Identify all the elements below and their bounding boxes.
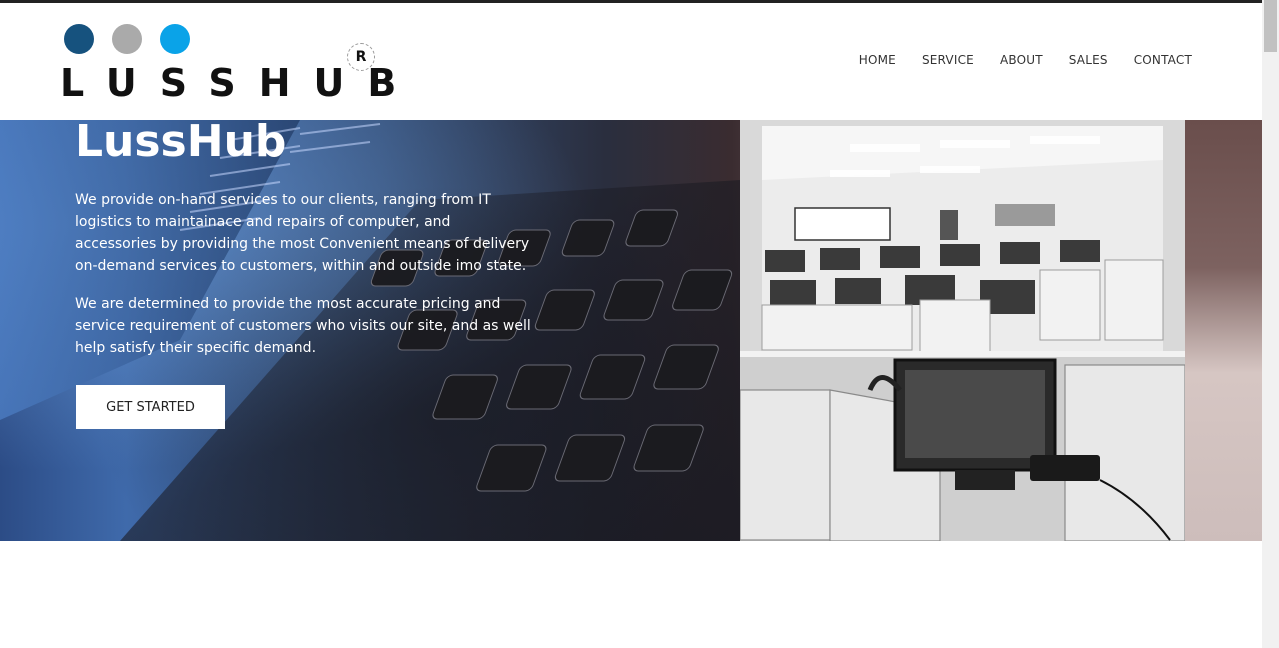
page: LUSSHUB R HOME SERVICE ABOUT SALES CONTA… xyxy=(0,0,1279,648)
nav-item-about[interactable]: ABOUT xyxy=(1000,53,1043,67)
scrollbar-thumb[interactable] xyxy=(1264,0,1277,52)
registered-mark-icon: R xyxy=(347,43,375,71)
site-logo[interactable]: LUSSHUB R xyxy=(60,21,396,111)
logo-dot-light-blue xyxy=(160,24,190,54)
nav-item-service[interactable]: SERVICE xyxy=(922,53,974,67)
hero-right-strip xyxy=(1185,120,1262,541)
nav-item-contact[interactable]: CONTACT xyxy=(1134,53,1192,67)
hero-section: LussHub We provide on-hand services to o… xyxy=(0,120,1262,541)
hero-paragraph-2: We are determined to provide the most ac… xyxy=(75,296,531,356)
logo-dot-dark-blue xyxy=(64,24,94,54)
site-header: LUSSHUB R HOME SERVICE ABOUT SALES CONTA… xyxy=(0,3,1262,120)
computer-lab-photo xyxy=(740,120,1185,541)
nav-item-sales[interactable]: SALES xyxy=(1069,53,1108,67)
logo-dot-gray xyxy=(112,24,142,54)
hero-paragraph-1: We provide on-hand services to our clien… xyxy=(75,192,530,274)
hero-title: LussHub xyxy=(75,120,287,167)
vertical-scrollbar[interactable] xyxy=(1262,0,1279,648)
main-nav: HOME SERVICE ABOUT SALES CONTACT xyxy=(859,53,1192,67)
nav-item-home[interactable]: HOME xyxy=(859,53,896,67)
get-started-button[interactable]: GET STARTED xyxy=(76,385,225,429)
